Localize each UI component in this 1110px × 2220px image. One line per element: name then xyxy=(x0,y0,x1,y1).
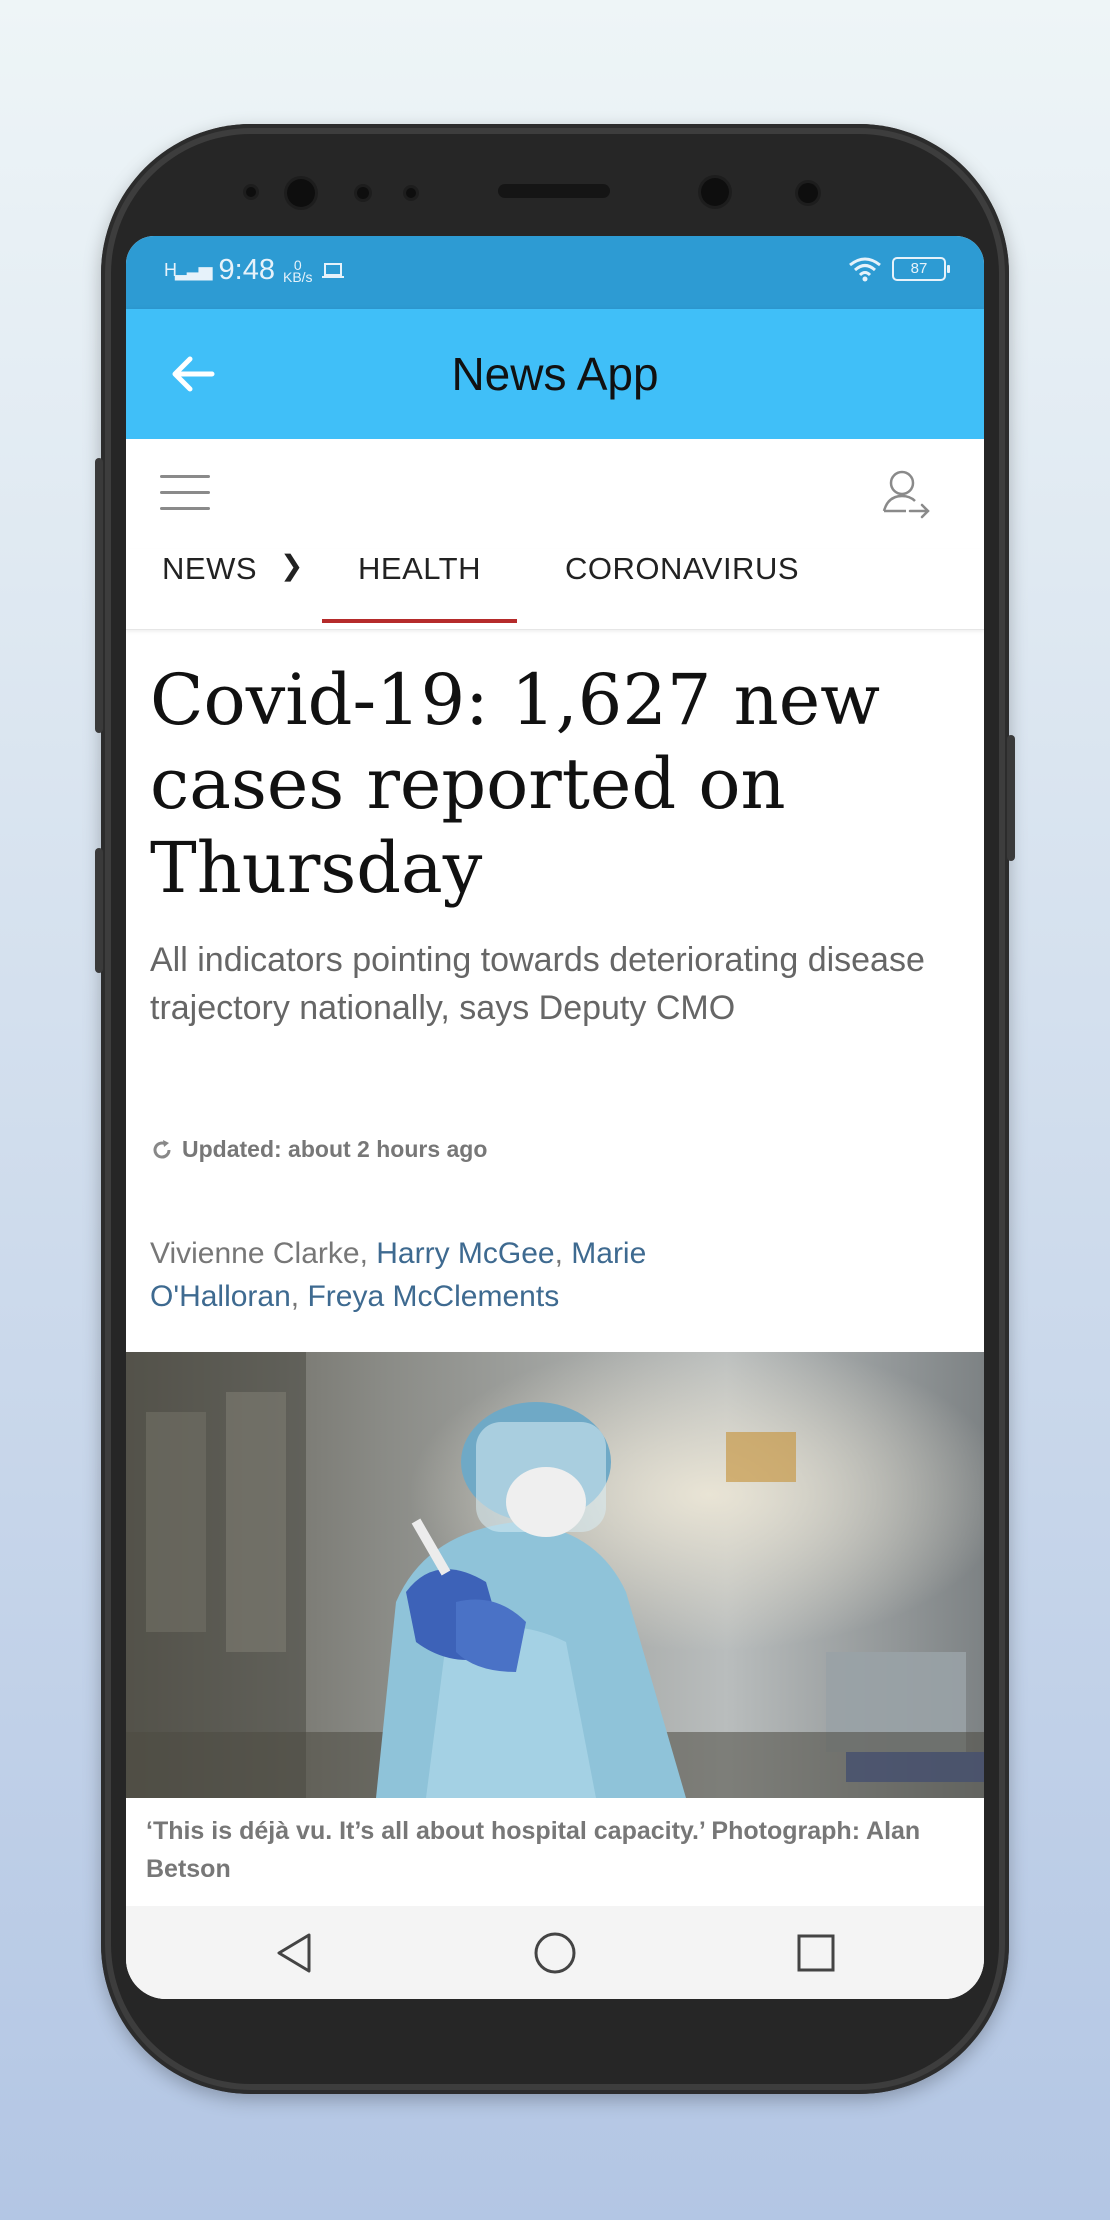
clock: 9:48 xyxy=(218,254,275,286)
status-bar: H▂▃▅ 9:48 0 KB/s 87 xyxy=(126,236,984,309)
hamburger-menu-icon[interactable] xyxy=(160,475,210,515)
tab-health[interactable]: HEALTH xyxy=(321,549,518,629)
power-button[interactable] xyxy=(1007,735,1015,861)
app-bar: News App xyxy=(126,309,984,439)
volume-down-button[interactable] xyxy=(95,848,103,973)
screen: H▂▃▅ 9:48 0 KB/s 87 News App NEWS ❯ HEAL… xyxy=(126,236,984,1999)
nav-home-icon[interactable] xyxy=(530,1928,580,1978)
battery-indicator: 87 xyxy=(892,257,950,281)
secondary-toolbar xyxy=(126,439,984,549)
tab-news[interactable]: NEWS xyxy=(162,549,257,629)
nav-recents-icon[interactable] xyxy=(791,1928,841,1978)
sensor-dot xyxy=(798,183,818,203)
system-navigation-bar xyxy=(126,1906,984,1999)
article-byline: Vivienne Clarke, Harry McGee, Marie O'Ha… xyxy=(150,1237,647,1313)
front-camera xyxy=(287,179,315,207)
hospital-worker-photo xyxy=(126,1352,984,1798)
signal-icon: H▂▃▅ xyxy=(164,260,213,280)
laptop-icon xyxy=(321,262,344,278)
network-speed: 0 KB/s xyxy=(282,256,313,285)
chevron-right-icon: ❯ xyxy=(280,550,304,581)
front-camera xyxy=(701,178,729,206)
updated-timestamp: Updated: about 2 hours ago xyxy=(150,1136,487,1163)
nav-back-icon[interactable] xyxy=(269,1928,319,1978)
photo-caption: ‘This is déjà vu. It’s all about hospita… xyxy=(146,1817,921,1883)
app-title: News App xyxy=(451,348,659,400)
user-account-icon[interactable] xyxy=(880,465,932,521)
author-name: Vivienne Clarke xyxy=(150,1237,360,1270)
author-link[interactable]: Harry McGee xyxy=(376,1237,554,1270)
author-link[interactable]: Freya McClements xyxy=(307,1280,559,1313)
sensor-dot xyxy=(357,187,369,199)
earpiece-speaker xyxy=(498,184,610,198)
section-tabs: NEWS ❯ HEALTH CORONAVIRUS xyxy=(126,549,984,630)
wifi-icon xyxy=(849,257,881,282)
article-headline: Covid-19: 1,627 new cases reported on Th… xyxy=(150,659,881,909)
tab-coronavirus[interactable]: CORONAVIRUS xyxy=(565,549,799,629)
volume-up-button[interactable] xyxy=(95,458,103,733)
refresh-icon xyxy=(153,1139,171,1159)
article-standfirst: All indicators pointing towards deterior… xyxy=(150,941,925,1027)
sensor-dot xyxy=(246,187,256,197)
article-photo[interactable] xyxy=(126,1352,984,1798)
sensor-dot xyxy=(406,188,416,198)
